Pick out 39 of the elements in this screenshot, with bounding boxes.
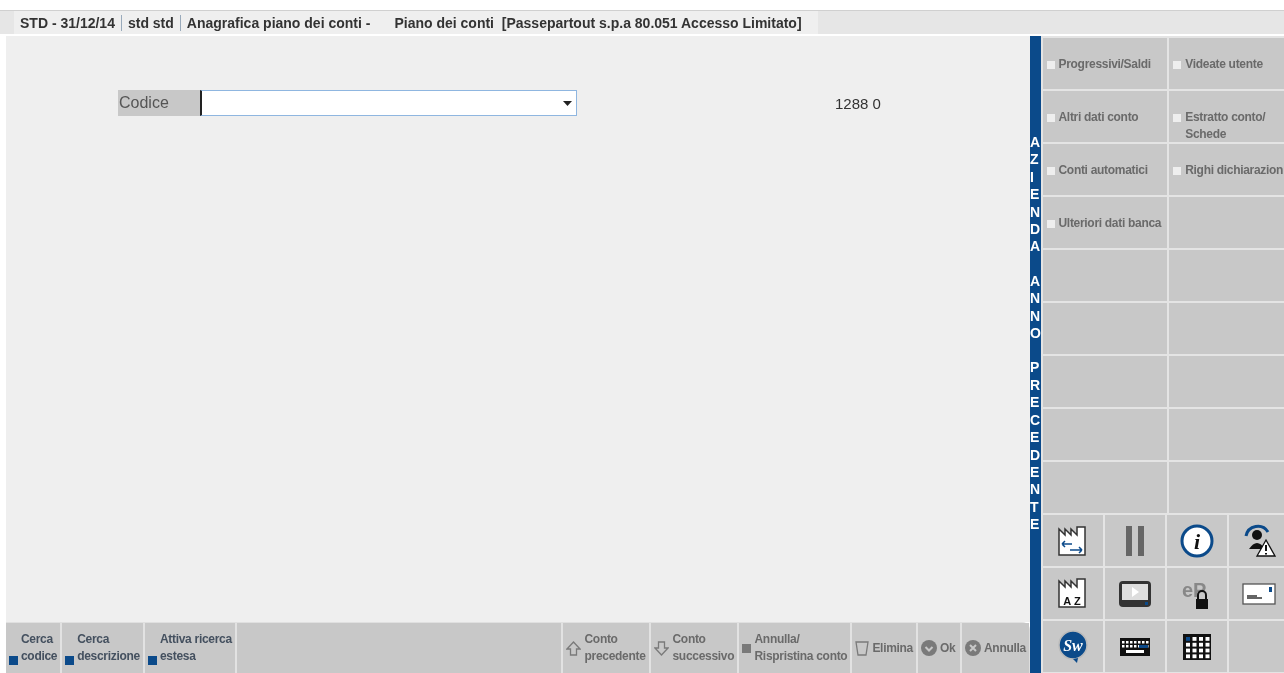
side-tab[interactable]: AZIENDA ANNO PRECEDENTE bbox=[1030, 36, 1041, 673]
card-icon[interactable] bbox=[1242, 582, 1277, 605]
bin-icon bbox=[855, 640, 870, 656]
vertical-tab-word[interactable]: ANNO bbox=[1030, 272, 1041, 343]
up-arrow-icon bbox=[566, 640, 582, 656]
down-arrow-icon bbox=[654, 640, 670, 656]
square-icon bbox=[9, 656, 18, 665]
square-icon bbox=[1046, 220, 1055, 228]
square-icon bbox=[1173, 114, 1182, 122]
title-text: STD - 31/12/14 bbox=[19, 14, 116, 31]
title-text: Piano dei conti [Passepartout s.p.a 80.051 Accesso Limitato] bbox=[393, 14, 803, 31]
square-icon bbox=[1173, 61, 1182, 69]
toolbar-button[interactable]: Cerca descrizione bbox=[62, 623, 145, 673]
vertical-tab-word[interactable]: AZIENDA bbox=[1030, 134, 1041, 256]
info-icon[interactable]: i bbox=[1179, 523, 1214, 558]
screen-play-icon[interactable] bbox=[1117, 579, 1152, 608]
vertical-tab-word[interactable]: PRECEDENTE bbox=[1030, 359, 1041, 534]
pause-icon[interactable] bbox=[1123, 524, 1146, 557]
factory-sort-icon[interactable]: A Z bbox=[1056, 576, 1089, 611]
close-icon bbox=[965, 640, 981, 656]
field-label: Codice bbox=[118, 90, 200, 116]
record-counter: 1288 0 bbox=[835, 94, 881, 112]
check-icon bbox=[921, 640, 937, 656]
user-warning-icon[interactable] bbox=[1242, 523, 1277, 558]
square-icon bbox=[742, 643, 752, 653]
square-icon bbox=[65, 656, 75, 665]
keyboard-icon[interactable] bbox=[1118, 636, 1151, 657]
square-icon bbox=[1046, 114, 1055, 122]
keypad-icon[interactable] bbox=[1181, 632, 1212, 661]
toolbar-button[interactable]: Cerca codice bbox=[6, 623, 63, 673]
title-text: Anagrafica piano dei conti - bbox=[185, 14, 372, 31]
factory-arrows-icon[interactable] bbox=[1056, 524, 1089, 557]
square-icon bbox=[147, 656, 157, 665]
square-icon bbox=[1046, 61, 1055, 69]
square-icon bbox=[1173, 167, 1182, 175]
title-text: std std bbox=[126, 14, 175, 31]
empty-button-slot bbox=[1229, 621, 1284, 672]
square-icon bbox=[1046, 167, 1055, 175]
caret-icon[interactable] bbox=[563, 100, 572, 106]
